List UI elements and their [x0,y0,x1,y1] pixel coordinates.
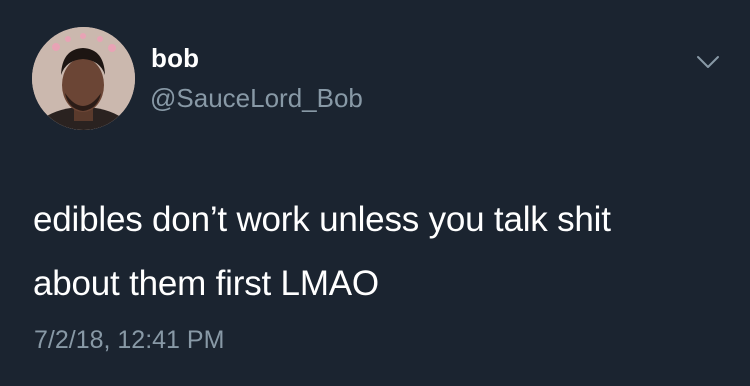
author-display-name[interactable]: bob [151,42,199,74]
chevron-down-icon [697,56,719,68]
tweet-timestamp[interactable]: 7/2/18, 12:41 PM [34,324,224,356]
tweet-text-line: edibles don’t work unless you talk shit [33,200,611,239]
tweet-menu-button[interactable] [694,52,722,72]
avatar-photo-icon [32,27,135,130]
author-handle[interactable]: @SauceLord_Bob [150,82,363,114]
tweet-text-line: about them first LMAO [33,264,379,303]
tweet-card: bob @SauceLord_Bob edibles don’t work un… [0,0,750,386]
tweet-text: edibles don’t work unless you talk shit … [33,188,723,316]
avatar[interactable] [32,27,135,130]
